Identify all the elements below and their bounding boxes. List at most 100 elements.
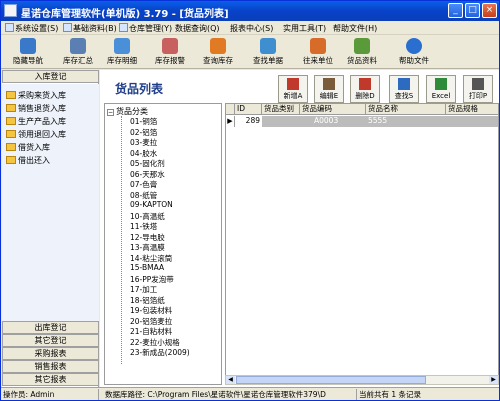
toolbar-label: 库存报警 — [155, 56, 185, 65]
toolbar-label: 库存明细 — [107, 56, 137, 65]
inventory-alarm-button[interactable]: 库存报警 — [149, 37, 191, 68]
maximize-button[interactable]: □ — [465, 3, 480, 18]
cell-id: 289 — [235, 116, 262, 127]
tree-item[interactable]: 09-KAPTON — [130, 200, 173, 209]
column-header-code[interactable]: 货品编码 — [300, 104, 366, 115]
menu-tools[interactable]: 实用工具(T) — [283, 23, 326, 34]
nav-item-lend-return-in[interactable]: 借出还入 — [6, 155, 50, 167]
nav-item-label: 借货入库 — [18, 143, 50, 152]
tree-item[interactable]: 19-包装材料 — [130, 305, 172, 316]
nav-item-purchase-in[interactable]: 采购来货入库 — [6, 90, 66, 102]
nav-item-return-in[interactable]: 领用退回入库 — [6, 129, 66, 141]
cell-name: 5555 — [368, 116, 388, 125]
nav-header-purchase-report[interactable]: 采购报表 — [2, 347, 99, 360]
nav-header-sales-report[interactable]: 销售报表 — [2, 360, 99, 373]
tree-item[interactable]: 02-铝箔 — [130, 127, 157, 138]
tree-item[interactable]: 03-麦拉 — [130, 137, 157, 148]
hide-navigation-button[interactable]: 隐藏导航 — [7, 37, 49, 68]
toolbar-label: 帮助文件 — [399, 56, 429, 65]
menu-basic-data[interactable]: 基础资料(B) — [63, 23, 117, 34]
folder-icon — [6, 104, 16, 112]
menu-system[interactable]: 系统设置(S) — [5, 23, 58, 34]
toolbar-label: 库存汇总 — [63, 56, 93, 65]
scroll-right-icon[interactable]: ▶ — [489, 376, 498, 384]
nav-header-outbound[interactable]: 出库登记 — [2, 321, 99, 334]
inventory-summary-button[interactable]: 库存汇总 — [57, 37, 99, 68]
toolbar-label: 查询库存 — [203, 56, 233, 65]
tree-item[interactable]: 15-BMAA — [130, 263, 164, 272]
nav-item-sales-return-in[interactable]: 销售退货入库 — [6, 103, 66, 115]
column-header-id[interactable]: ID — [235, 104, 262, 115]
query-inventory-button[interactable]: 查询库存 — [197, 37, 239, 68]
tree-item[interactable]: 04-胶水 — [130, 148, 157, 159]
scroll-thumb[interactable] — [236, 376, 426, 384]
menu-warehouse[interactable]: 仓库管理(Y) — [119, 23, 172, 34]
nav-item-label: 生产产品入库 — [18, 117, 66, 126]
status-operator: 操作员: Admin — [1, 389, 99, 400]
cell-category — [262, 116, 300, 127]
find-button[interactable]: 查找S — [389, 75, 419, 103]
inventory-summary-icon — [70, 38, 86, 54]
scroll-left-icon[interactable]: ◀ — [226, 376, 235, 384]
menu-label: 系统设置(S) — [15, 24, 59, 33]
nav-header-inbound[interactable]: 入库登记 — [2, 70, 99, 83]
tree-item[interactable]: 07-色膏 — [130, 179, 157, 190]
tree-item[interactable]: 11-铁塔 — [130, 221, 157, 232]
window-title: 星诺仓库管理软件(单机版) 3.79 - [货品列表] — [21, 9, 229, 20]
action-label: 新增A — [283, 92, 303, 100]
nav-item-label: 借出还入 — [18, 156, 50, 165]
tree-item[interactable]: 08-纸管 — [130, 190, 157, 201]
close-button[interactable]: × — [482, 3, 497, 18]
tree-item[interactable]: 17-加工 — [130, 284, 157, 295]
menu-query[interactable]: 数据查询(Q) — [175, 23, 220, 34]
menu-reports[interactable]: 报表中心(S) — [230, 23, 273, 34]
tree-item[interactable]: 06-天那水 — [130, 169, 165, 180]
column-header-name[interactable]: 货品名称 — [366, 104, 446, 115]
nav-item-borrow-in[interactable]: 借货入库 — [6, 142, 50, 154]
nav-item-label: 领用退回入库 — [18, 130, 66, 139]
help-icon — [406, 38, 422, 54]
menu-label: 仓库管理(Y) — [129, 24, 173, 33]
column-header-spec[interactable]: 货品规格 — [446, 104, 498, 115]
tree-item[interactable]: 20-铝箔麦拉 — [130, 316, 172, 327]
status-record-count: 当前共有 1 条记录 — [359, 390, 422, 399]
navigation-icon — [20, 38, 36, 54]
delete-button[interactable]: 删除D — [350, 75, 380, 103]
business-units-button[interactable]: 往来单位 — [297, 37, 339, 68]
edit-button[interactable]: 编辑E — [314, 75, 344, 103]
menu-help[interactable]: 帮助文件(H) — [333, 23, 377, 34]
tree-item[interactable]: 23-新成品(2009) — [130, 347, 190, 358]
print-button[interactable]: 打印P — [463, 75, 493, 103]
nav-item-production-in[interactable]: 生产产品入库 — [6, 116, 66, 128]
tree-item[interactable]: 12-导电胶 — [130, 232, 165, 243]
folder-icon — [6, 156, 16, 164]
tree-item[interactable]: 21-自粘材料 — [130, 326, 172, 337]
tree-item[interactable]: 01-铜箔 — [130, 116, 157, 127]
menu-label: 数据查询(Q) — [175, 24, 220, 33]
tree-item[interactable]: 10-高温纸 — [130, 211, 165, 222]
minimize-button[interactable]: _ — [448, 3, 463, 18]
toolbar-label: 往来单位 — [303, 56, 333, 65]
excel-button[interactable]: Excel — [426, 75, 456, 103]
collapse-icon[interactable]: − — [107, 109, 114, 116]
tree-item[interactable]: 05-固化剂 — [130, 158, 165, 169]
table-row[interactable]: 289 A0003 5555 — [226, 116, 498, 127]
horizontal-scrollbar[interactable]: ◀ ▶ — [225, 375, 499, 385]
nav-header-other[interactable]: 其它登记 — [2, 334, 99, 347]
column-header-category[interactable]: 货品类别 — [262, 104, 300, 115]
inventory-detail-button[interactable]: 库存明细 — [101, 37, 143, 68]
toolbar: 隐藏导航 库存汇总 库存明细 库存报警 查询库存 查找单据 往来单位 货品资料 … — [1, 36, 499, 69]
tree-item[interactable]: 16-PP发泡带 — [130, 274, 174, 285]
tree-item[interactable]: 18-铝箔纸 — [130, 295, 165, 306]
tree-item[interactable]: 22-麦拉小规格 — [130, 337, 180, 348]
query-inventory-icon — [210, 38, 226, 54]
find-icon — [398, 78, 410, 90]
find-document-button[interactable]: 查找单据 — [247, 37, 289, 68]
goods-info-button[interactable]: 货品资料 — [341, 37, 383, 68]
tree-item[interactable]: 13-高温膜 — [130, 242, 165, 253]
tree-item[interactable]: 14-粘尘滚筒 — [130, 253, 172, 264]
nav-header-other-report[interactable]: 其它报表 — [2, 373, 99, 386]
help-file-button[interactable]: 帮助文件 — [393, 37, 435, 68]
add-button[interactable]: 新增A — [278, 75, 308, 103]
title-bar[interactable]: 星诺仓库管理软件(单机版) 3.79 - [货品列表] _ □ × — [1, 1, 499, 21]
